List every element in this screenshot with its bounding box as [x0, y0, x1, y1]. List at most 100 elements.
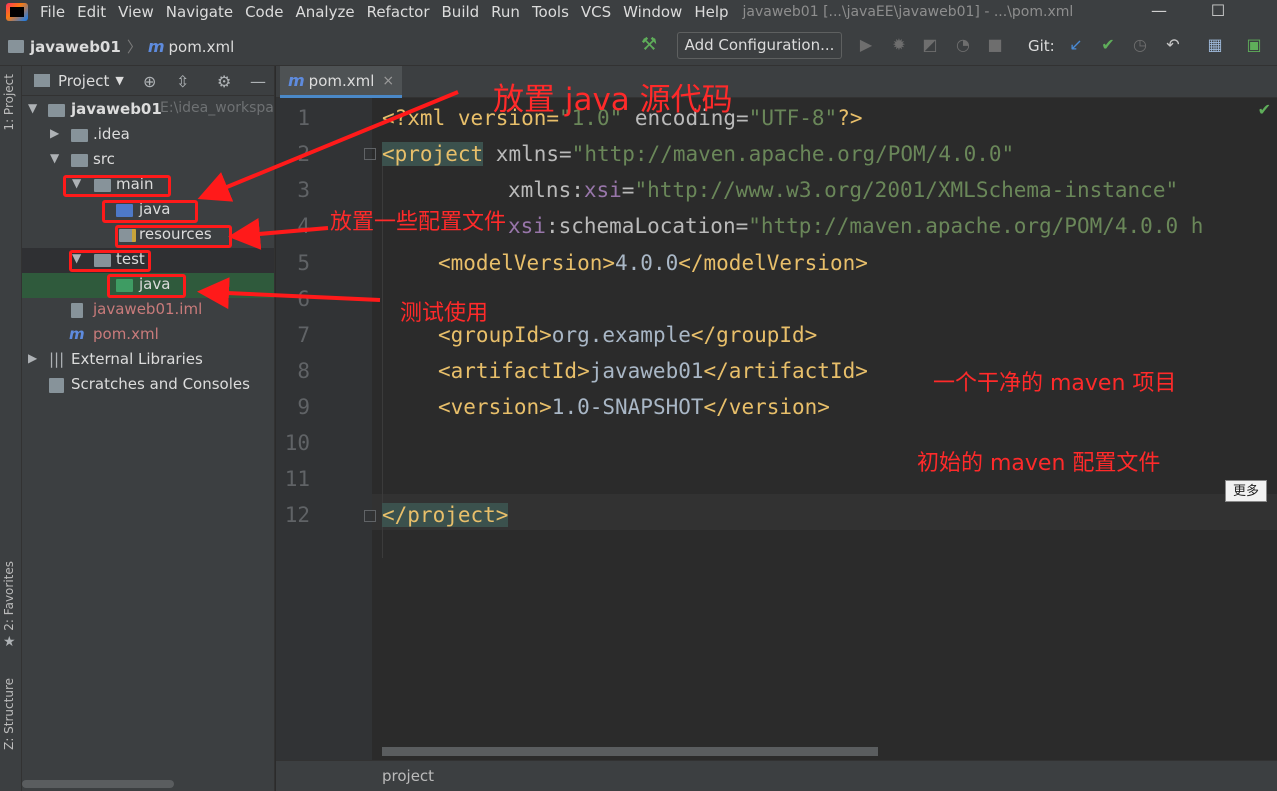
line-number: 6: [297, 287, 310, 311]
tree-item-pom[interactable]: m pom.xml: [22, 323, 274, 348]
code-token: =: [621, 178, 635, 202]
tree-item-label: javaweb01.iml: [93, 300, 203, 318]
inspection-ok-icon[interactable]: ✔: [1258, 100, 1271, 119]
project-horizontal-scrollbar[interactable]: [22, 780, 174, 788]
expanded-arrow-icon[interactable]: ▼: [28, 101, 37, 115]
tree-item-label: Scratches and Consoles: [71, 375, 250, 393]
line-number: 3: [297, 178, 310, 202]
breadcrumb-file[interactable]: pom.xml: [169, 38, 235, 56]
menu-file[interactable]: File: [34, 1, 71, 23]
chevron-down-icon[interactable]: ▼: [115, 74, 123, 87]
collapsed-arrow-icon[interactable]: ▶: [50, 126, 59, 140]
git-history-icon[interactable]: ◷: [1130, 35, 1150, 55]
tree-item-label: src: [93, 150, 115, 168]
code-token: <version>: [438, 395, 552, 419]
maximize-button[interactable]: ☐: [1195, 0, 1241, 24]
code-token: "http://www.w3.org/2001/XMLSchema-instan…: [634, 178, 1179, 202]
code-line-9: <version>1.0-SNAPSHOT</version>: [438, 395, 830, 419]
profile-icon[interactable]: ◔: [953, 35, 973, 55]
tree-item-label: javaweb01: [71, 100, 162, 118]
code-token: <artifactId>: [438, 359, 590, 383]
left-tool-strip: 1: Project 2: Favorites ★ Z: Structure: [0, 66, 22, 791]
favorites-tool-tab[interactable]: 2: Favorites: [2, 561, 16, 631]
git-rollback-icon[interactable]: ↶: [1163, 35, 1183, 55]
code-token: xsi: [583, 178, 622, 202]
line-number: 10: [284, 431, 310, 455]
project-structure-icon[interactable]: ▦: [1205, 35, 1225, 55]
minimize-button[interactable]: —: [1136, 0, 1182, 24]
project-tool-tab[interactable]: 1: Project: [2, 74, 16, 131]
project-view-selector[interactable]: Project: [58, 72, 109, 90]
code-token: <project: [382, 142, 484, 166]
line-number: 2: [297, 142, 310, 166]
collapsed-arrow-icon[interactable]: ▶: [28, 351, 37, 365]
maven-file-icon: m: [147, 37, 165, 56]
code-line-8: <artifactId>javaweb01</artifactId>: [438, 359, 868, 383]
line-number: 4: [297, 214, 310, 238]
annotation-box-test: [69, 250, 151, 272]
line-number: 8: [297, 359, 310, 383]
fold-marker-icon[interactable]: [364, 510, 376, 522]
menu-refactor[interactable]: Refactor: [361, 1, 436, 23]
iml-file-icon: [71, 303, 83, 318]
tree-item-scratches[interactable]: Scratches and Consoles: [22, 373, 274, 398]
annotation-box-resources: [115, 225, 232, 248]
tree-item-external-libraries[interactable]: ▶ ||| External Libraries: [22, 348, 274, 373]
locate-file-icon[interactable]: ⊕: [143, 72, 156, 91]
terminal-icon[interactable]: ▣: [1244, 35, 1264, 55]
expanded-arrow-icon[interactable]: ▼: [50, 151, 59, 165]
code-line-12: </project>: [382, 503, 509, 527]
coverage-icon[interactable]: ◩: [920, 35, 940, 55]
code-token: xsi: [508, 214, 546, 238]
git-update-icon[interactable]: ↙: [1066, 35, 1086, 55]
git-commit-icon[interactable]: ✔: [1098, 35, 1118, 55]
menu-view[interactable]: View: [112, 1, 160, 23]
fold-marker-icon[interactable]: [364, 148, 376, 160]
code-token: ?>: [837, 106, 863, 130]
menu-navigate[interactable]: Navigate: [160, 1, 239, 23]
window-title: javaweb01 [...\javaEE\javaweb01] - ...\p…: [742, 4, 1074, 20]
collapse-all-icon[interactable]: ⇳: [176, 72, 189, 91]
breadcrumb-project[interactable]: javaweb01: [30, 38, 121, 56]
annotation-box-main: [63, 175, 171, 197]
code-token: "UTF-8": [748, 106, 838, 130]
menu-window[interactable]: Window: [617, 1, 688, 23]
code-token: "http://maven.apache.org/POM/4.0.0 h: [748, 214, 1204, 238]
editor-horizontal-scrollbar[interactable]: [382, 747, 878, 756]
code-line-7: <groupId>org.example</groupId>: [438, 323, 817, 347]
code-token: 1.0-SNAPSHOT: [551, 395, 704, 419]
add-configuration-button[interactable]: Add Configuration...: [677, 32, 842, 59]
menu-code[interactable]: Code: [239, 1, 289, 23]
tree-item-src[interactable]: ▼ src: [22, 148, 274, 173]
menu-build[interactable]: Build: [436, 1, 486, 23]
tree-item-path-hint: E:\idea_workspa: [160, 100, 274, 116]
menu-help[interactable]: Help: [688, 1, 734, 23]
tree-item-javaweb01[interactable]: ▼ javaweb01 E:\idea_workspa: [22, 98, 274, 123]
git-label: Git:: [1028, 37, 1055, 55]
editor-breadcrumb-item[interactable]: project: [382, 767, 434, 785]
close-icon[interactable]: ×: [382, 73, 394, 89]
tab-pom-xml[interactable]: m pom.xml ×: [280, 66, 403, 98]
gear-icon[interactable]: ⚙: [217, 72, 231, 91]
run-icon[interactable]: ▶: [856, 35, 876, 55]
menu-tools[interactable]: Tools: [526, 1, 575, 23]
menu-bar: File Edit View Navigate Code Analyze Ref…: [0, 0, 1277, 24]
folder-icon: [71, 129, 88, 142]
menu-analyze[interactable]: Analyze: [289, 1, 360, 23]
line-number: 7: [297, 323, 310, 347]
annotation-box-test-java: [107, 274, 186, 298]
more-button[interactable]: 更多: [1225, 480, 1267, 502]
menu-edit[interactable]: Edit: [71, 1, 112, 23]
menu-run[interactable]: Run: [485, 1, 526, 23]
line-number: 11: [284, 467, 310, 491]
tree-item-iml[interactable]: javaweb01.iml: [22, 298, 274, 323]
annotation-config-files: 放置一些配置文件: [330, 210, 507, 235]
stop-icon[interactable]: ■: [985, 35, 1005, 55]
structure-tool-tab[interactable]: Z: Structure: [2, 678, 16, 750]
debug-icon[interactable]: ✹: [889, 35, 909, 55]
tree-item-idea[interactable]: ▶ .idea: [22, 123, 274, 148]
code-editor[interactable]: ✔ 1 2 3 4 5 6 7 8 9 10 11 12 <?xml versi…: [276, 98, 1277, 760]
hide-panel-icon[interactable]: —: [250, 72, 266, 91]
build-hammer-icon[interactable]: ⚒: [641, 34, 657, 55]
menu-vcs[interactable]: VCS: [575, 1, 617, 23]
